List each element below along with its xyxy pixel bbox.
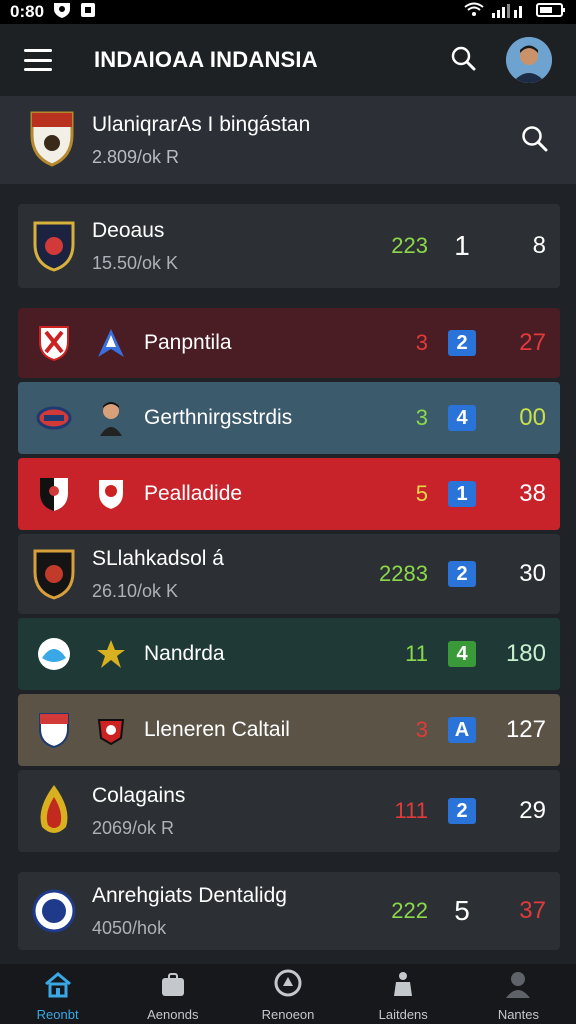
home-icon (43, 972, 73, 1001)
team-name: Anrehgiats Dentalidg (92, 883, 287, 907)
nav-item-person[interactable]: Nantes (461, 964, 576, 1024)
status-time: 0:80 (10, 2, 45, 21)
team-row[interactable]: Colagains 2069/ok R 111 2 29 (18, 770, 560, 852)
stat-primary: 223 (391, 233, 428, 258)
team-subtitle: 26.10/ok K (92, 580, 179, 601)
opponent-crest-icon (94, 475, 128, 513)
app-notification-icon (80, 1, 96, 24)
team-row[interactable]: Deoaus 15.50/ok K 223 1 8 (18, 204, 560, 288)
wifi-icon (464, 2, 484, 23)
stat-total: 37 (519, 897, 546, 924)
stat-primary: 3 (415, 717, 428, 742)
person-icon (504, 970, 532, 1001)
stat-total: 27 (519, 329, 546, 356)
league-subtitle: 2.809/ok R (92, 146, 180, 167)
team-row[interactable]: Pealladide 5 1 38 (18, 458, 560, 530)
team-name: Lleneren Caltail (144, 718, 290, 741)
stat-total: 38 (519, 480, 546, 507)
page-title: INDAIOAA INDANSIA (94, 47, 318, 72)
team-name: Nandrda (144, 642, 225, 665)
nav-item-bag[interactable]: Aenonds (115, 964, 230, 1024)
opponent-crest-icon (94, 635, 128, 673)
league-header[interactable]: UlaniqrarAs I bingástan 2.809/ok R (0, 96, 576, 184)
stat-total: 8 (532, 232, 546, 259)
nav-label-ball: Renoeon (261, 1007, 315, 1022)
team-name: Gerthnirgsstrdis (144, 406, 293, 429)
stat-total: 00 (519, 404, 546, 431)
signal-icon (492, 2, 528, 23)
nav-item-ball[interactable]: Renoeon (230, 964, 345, 1024)
team-row[interactable]: Nandrda 11 4 180 (18, 618, 560, 690)
team-name: Deoaus (92, 218, 165, 242)
nav-item-player[interactable]: Laitdens (346, 964, 461, 1024)
league-crest-icon (28, 109, 76, 172)
team-crest-icon (32, 318, 76, 368)
player-icon (390, 970, 416, 1001)
app-header: INDAIOAA INDANSIA (0, 24, 576, 96)
team-row[interactable]: Lleneren Caltail 3 A 127 (18, 694, 560, 766)
stat-badge: 4 (448, 405, 476, 431)
stat-primary: 3 (415, 330, 428, 355)
stat-primary: 2283 (379, 561, 428, 586)
stat-badge: 2 (448, 798, 476, 824)
nav-label-person: Nantes (497, 1007, 540, 1022)
team-subtitle: 2069/ok R (92, 817, 175, 838)
team-name: Colagains (92, 783, 186, 807)
team-crest-icon (32, 393, 76, 443)
stat-primary: 111 (394, 798, 428, 823)
opponent-crest-icon (94, 399, 128, 437)
status-bar: 0:80 (0, 0, 576, 24)
shield-notification-icon (52, 1, 72, 24)
bag-icon (160, 972, 186, 1001)
team-name: SLlahkadsol á (92, 546, 224, 570)
stat-total: 30 (519, 560, 546, 587)
stat-total: 29 (519, 797, 546, 824)
stat-badge: 2 (448, 561, 476, 587)
stat-primary: 11 (405, 641, 428, 666)
team-crest-icon (32, 886, 76, 936)
search-icon[interactable] (450, 45, 476, 76)
stat-total: 127 (505, 716, 546, 743)
nav-label-player: Laitdens (378, 1007, 428, 1022)
team-crest-icon (32, 629, 76, 679)
team-row[interactable]: Gerthnirgsstrdis 3 4 00 (18, 382, 560, 454)
team-row[interactable]: Anrehgiats Dentalidg 4050/hok 222 5 37 (18, 872, 560, 950)
team-subtitle: 4050/hok (92, 917, 167, 938)
team-crest-icon (32, 469, 76, 519)
ball-icon (273, 968, 303, 1001)
opponent-crest-icon (94, 324, 128, 362)
team-crest-icon (32, 221, 76, 272)
team-row[interactable]: Panpntila 3 2 27 (18, 308, 560, 378)
opponent-crest-icon (94, 711, 128, 749)
nav-label-bag: Aenonds (147, 1007, 199, 1022)
bottom-navigation: Reonbt Aenonds Renoeon Laitdens Nantes (0, 964, 576, 1024)
stat-badge: 1 (448, 481, 476, 507)
team-crest-icon (32, 785, 76, 836)
league-name: UlaniqrarAs I bingástan (92, 112, 311, 136)
stat-total: 180 (505, 640, 546, 667)
stat-badge: 5 (454, 895, 470, 926)
hamburger-menu-icon[interactable] (24, 49, 52, 71)
team-name: Pealladide (144, 482, 243, 505)
stat-primary: 3 (415, 405, 428, 430)
team-subtitle: 15.50/ok K (92, 252, 179, 273)
stat-badge: A (448, 717, 476, 743)
avatar[interactable] (506, 37, 552, 83)
stat-primary: 222 (391, 898, 428, 923)
stat-primary: 5 (415, 481, 428, 506)
team-row[interactable]: SLlahkadsol á 26.10/ok K 2283 2 30 (18, 534, 560, 614)
stat-badge: 4 (448, 641, 476, 667)
league-search-icon[interactable] (520, 124, 548, 157)
stat-badge: 1 (454, 230, 470, 261)
team-name: Panpntila (144, 331, 232, 354)
team-crest-icon (32, 549, 76, 600)
battery-icon (536, 2, 566, 23)
team-crest-icon (32, 705, 76, 755)
nav-label-home: Reonbt (36, 1007, 79, 1022)
stat-badge: 2 (448, 330, 476, 356)
nav-item-home[interactable]: Reonbt (0, 964, 115, 1024)
